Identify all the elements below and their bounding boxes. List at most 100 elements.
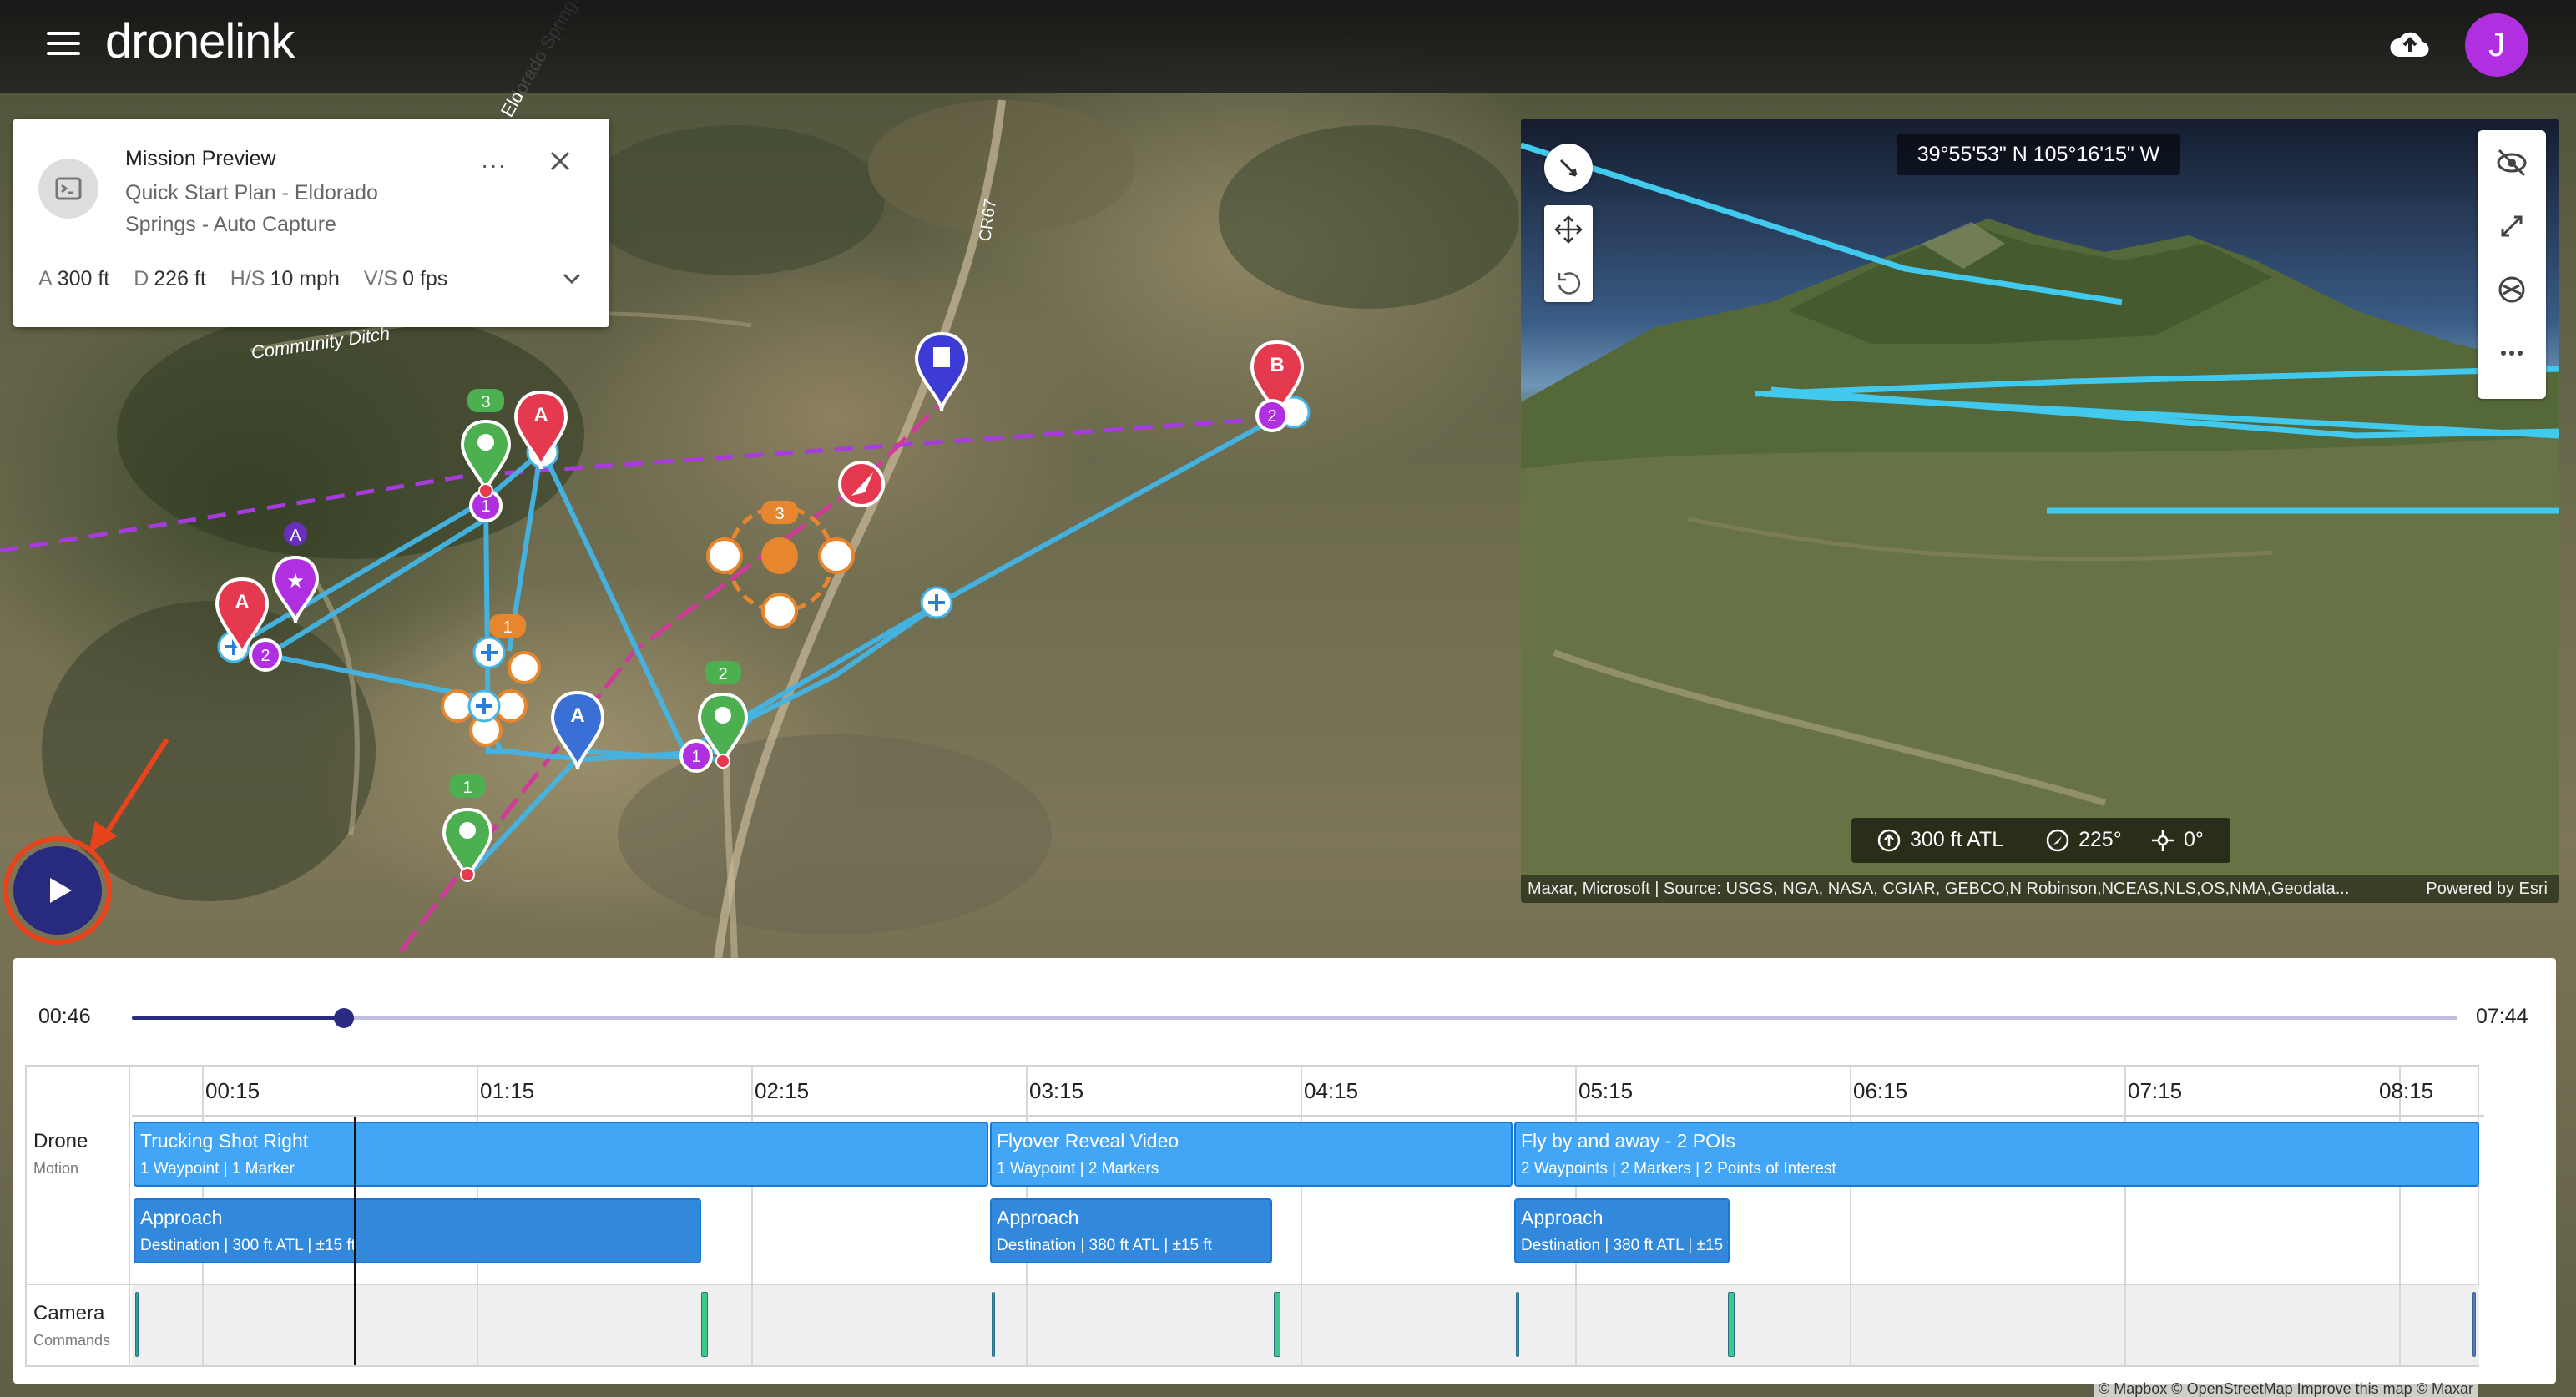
cloud-upload-icon[interactable]: [2389, 27, 2431, 60]
compass-icon: [1559, 159, 1578, 177]
total-time: 07:44: [2476, 1005, 2528, 1028]
segment-title: Flyover Reveal Video: [997, 1130, 1179, 1152]
tick-label: 04:15: [1304, 1078, 1359, 1103]
svg-text:3: 3: [775, 505, 784, 523]
heading-readout: 225°: [2078, 828, 2122, 851]
visibility-off-icon[interactable]: [2489, 140, 2534, 185]
camera-command-marker[interactable]: [2472, 1292, 2476, 1357]
top-bar: dronelink J: [0, 0, 2576, 93]
segment-fly-by-away[interactable]: Fly by and away - 2 POIs 2 Waypoints | 2…: [1514, 1122, 2479, 1187]
play-button[interactable]: [13, 846, 102, 935]
stat-altitude-value: 300 ft: [57, 267, 110, 290]
stat-distance-key: D: [134, 267, 149, 290]
segment-trucking-shot[interactable]: Trucking Shot Right 1 Waypoint | 1 Marke…: [134, 1122, 988, 1187]
svg-text:1: 1: [503, 618, 512, 637]
more-icon[interactable]: [2489, 330, 2534, 376]
svg-text:A: A: [290, 527, 301, 545]
3d-preview-panel[interactable]: 39°55'53" N 105°16'15" W 300 ft ATL 225°…: [1521, 119, 2559, 903]
svg-text:2: 2: [1267, 407, 1276, 426]
terrain-toggle-icon[interactable]: [2489, 267, 2534, 312]
svg-text:1: 1: [481, 497, 490, 516]
gimbal-readout: 0°: [2184, 828, 2204, 851]
pan-icon[interactable]: [1544, 205, 1593, 254]
annotation-arrow: [88, 738, 169, 853]
elapsed-time: 00:46: [38, 1005, 91, 1028]
segment-detail: 2 Waypoints | 2 Markers | 2 Points of In…: [1521, 1160, 1836, 1178]
navigation-controls[interactable]: [1544, 205, 1593, 302]
camera-command-marker[interactable]: [1728, 1292, 1735, 1357]
mission-stats: A 300 ft D 226 ft H/S 10 mph V/S 0 fps: [38, 267, 466, 291]
svg-text:2: 2: [718, 665, 727, 683]
play-icon: [50, 878, 72, 903]
preview-toolbar: [2478, 130, 2546, 399]
timeline-grid[interactable]: 00:15 01:15 02:15 03:15 04:15 05:15 06:1…: [25, 1065, 2484, 1367]
flight-hud: 300 ft ATL 225° 0°: [1851, 818, 2230, 863]
subsegment-title: Approach: [997, 1207, 1079, 1228]
attribution-text: Maxar, Microsoft | Source: USGS, NGA, NA…: [1528, 880, 2350, 898]
subsegment-title: Approach: [140, 1207, 223, 1228]
compass-button[interactable]: [1544, 144, 1593, 192]
tick-label: 03:15: [1029, 1078, 1084, 1103]
subsegment-approach-3[interactable]: Approach Destination | 380 ft ATL | ±15 …: [1514, 1198, 1730, 1263]
rotate-icon[interactable]: [1544, 258, 1593, 306]
more-options-icon[interactable]: ···: [481, 152, 507, 179]
subsegment-approach-1[interactable]: Approach Destination | 300 ft ATL | ±15 …: [134, 1198, 701, 1263]
tick-label: 01:15: [480, 1078, 535, 1103]
subsegment-detail: Destination | 300 ft ATL | ±15 ft: [140, 1237, 356, 1254]
svg-text:A: A: [570, 704, 584, 727]
stat-hspeed-key: H/S: [230, 267, 265, 290]
row-sublabel-commands: Commands: [33, 1332, 111, 1349]
map-action-icons[interactable]: [441, 537, 855, 747]
camera-command-marker[interactable]: [992, 1292, 995, 1357]
grid-line: [1850, 1067, 1851, 1365]
grid-line: [2124, 1067, 2126, 1365]
svg-text:2: 2: [260, 647, 270, 665]
altitude-icon: [1877, 829, 1901, 852]
playback-progress: [132, 1016, 344, 1020]
chevron-down-icon[interactable]: [559, 269, 584, 289]
mission-icon: [38, 159, 98, 219]
mission-subtitle: Quick Start Plan - Eldorado Springs - Au…: [125, 181, 378, 236]
subsegment-approach-2[interactable]: Approach Destination | 380 ft ATL | ±15 …: [990, 1198, 1272, 1263]
user-avatar[interactable]: J: [2465, 13, 2528, 77]
tick-label: 05:15: [1578, 1078, 1634, 1103]
subsegment-detail: Destination | 380 ft ATL | ±15 ft: [997, 1237, 1212, 1254]
stat-hspeed-value: 10 mph: [270, 267, 340, 290]
map-attribution[interactable]: © Mapbox © OpenStreetMap Improve this ma…: [2094, 1380, 2478, 1397]
tick-label: 00:15: [205, 1078, 260, 1103]
row-label-camera: Camera: [33, 1302, 105, 1324]
grid-line: [1301, 1067, 1302, 1365]
camera-command-marker[interactable]: [135, 1292, 139, 1357]
tick-label: 06:15: [1853, 1078, 1908, 1103]
segment-title: Fly by and away - 2 POIs: [1521, 1130, 1735, 1152]
playback-slider[interactable]: [132, 1008, 2457, 1028]
svg-text:3: 3: [481, 393, 490, 411]
svg-text:A: A: [235, 591, 249, 613]
playback-thumb[interactable]: [333, 1008, 354, 1028]
grid-line: [751, 1067, 753, 1365]
grid-line: [2399, 1067, 2401, 1365]
segment-detail: 1 Waypoint | 2 Markers: [997, 1160, 1159, 1178]
stat-vspeed-key: V/S: [363, 267, 398, 290]
fullscreen-icon[interactable]: [2489, 204, 2534, 249]
tick-label: 07:15: [2128, 1078, 2183, 1103]
camera-command-marker[interactable]: [701, 1292, 708, 1357]
camera-track-bg: [132, 1285, 2479, 1365]
menu-icon[interactable]: [47, 32, 80, 58]
timeline-playhead[interactable]: [354, 1117, 356, 1365]
altitude-readout: 300 ft ATL: [1910, 828, 2004, 851]
mission-preview-card: Mission Preview Quick Start Plan - Eldor…: [13, 119, 609, 327]
preview-attribution: Maxar, Microsoft | Source: USGS, NGA, NA…: [1521, 875, 2559, 903]
3d-terrain: [1521, 142, 2559, 903]
segment-detail: 1 Waypoint | 1 Marker: [140, 1160, 295, 1178]
coordinates-readout: 39°55'53" N 105°16'15" W: [1897, 134, 2180, 175]
row-separator: [27, 1284, 2479, 1285]
powered-by-esri[interactable]: Powered by Esri: [2426, 875, 2548, 903]
gimbal-icon: [2152, 830, 2174, 851]
camera-command-marker[interactable]: [1274, 1292, 1280, 1357]
camera-command-marker[interactable]: [1516, 1292, 1519, 1357]
close-icon[interactable]: [546, 147, 574, 175]
subsegment-detail: Destination | 380 ft ATL | ±15 ft: [1521, 1237, 1730, 1254]
segment-flyover-reveal[interactable]: Flyover Reveal Video 1 Waypoint | 2 Mark…: [990, 1122, 1513, 1187]
stat-altitude-key: A: [38, 267, 53, 290]
